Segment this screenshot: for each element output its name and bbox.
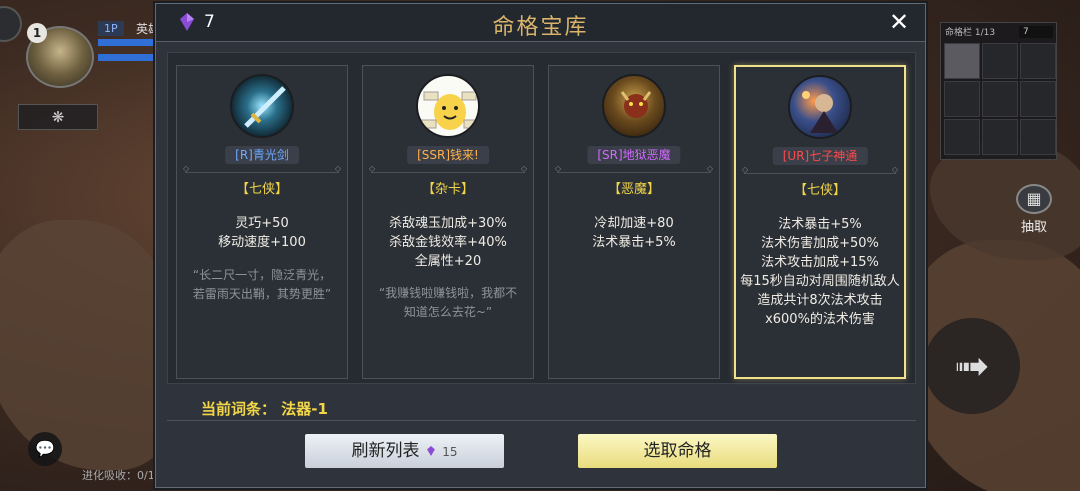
card-category: 【杂卡】 — [421, 182, 474, 197]
stat-line: 移动速度+100 — [218, 235, 306, 250]
fate-card[interactable]: [SSR]钱来! 【杂卡】 杀敌魂玉加成+30% 杀敌金钱效率+40% 全属性+… — [362, 65, 534, 379]
slot-cell[interactable] — [982, 43, 1018, 79]
card-name: [R]青光剑 — [225, 146, 299, 164]
slot-cell[interactable] — [1020, 43, 1056, 79]
divider — [555, 164, 713, 173]
stat-line: 杀敌金钱效率+40% — [389, 235, 507, 250]
demon-icon — [602, 74, 666, 138]
card-category: 【七侠】 — [793, 183, 846, 198]
divider — [183, 164, 341, 173]
refresh-label: 刷新列表 — [351, 441, 420, 461]
money-mascot-icon — [416, 74, 480, 138]
card-name: [SR]地狱恶魔 — [587, 146, 681, 164]
mage-icon — [788, 75, 852, 139]
fate-slot-panel: 命格栏 1/13 7 — [940, 22, 1057, 160]
stat-line: 冷却加速+80 — [594, 216, 674, 231]
slot-cell[interactable] — [1020, 81, 1056, 117]
slot-grid — [944, 43, 1056, 155]
refresh-cost: 15 — [442, 445, 458, 459]
card-quote: “我赚钱啦赚钱啦，我都不知道怎么去花~” — [378, 286, 518, 319]
menu-button[interactable] — [0, 6, 22, 42]
slot-cell[interactable] — [1020, 119, 1056, 155]
extract-label: 抽取 — [1020, 220, 1047, 235]
card-stats: 灵巧+50 移动速度+100 — [181, 214, 343, 252]
swirl-icon: ❋ — [51, 108, 65, 126]
fate-card[interactable]: [R]青光剑 【七侠】 灵巧+50 移动速度+100 “长二尺一寸，隐泛青光，若… — [176, 65, 348, 379]
stat-line: 法术攻击加成+15% — [761, 255, 879, 270]
background-rock — [0, 220, 180, 470]
player-level-badge: 1 — [27, 23, 47, 43]
fate-vault-modal: 7 命格宝库 ✕ [R]青光剑 【七侠】 灵巧+50 移动速度+100 “长二尺… — [155, 3, 926, 488]
slot-cell[interactable] — [944, 81, 980, 117]
purple-gem-icon — [426, 446, 435, 456]
cards-icon: ▦ — [1016, 184, 1052, 214]
player-tag: 1P — [98, 21, 124, 36]
chat-button[interactable]: 💬 — [28, 432, 62, 466]
refresh-list-button[interactable]: 刷新列表 15 — [305, 434, 504, 468]
stat-line: 法术暴击+5% — [778, 217, 862, 232]
card-name: [SSR]钱来! — [407, 146, 489, 164]
stat-line: 法术伤害加成+50% — [761, 236, 879, 251]
dash-icon: ➟ — [954, 341, 990, 390]
attack-skill-button[interactable]: ➟ — [924, 318, 1020, 414]
modal-title: 命格宝库 — [492, 15, 589, 40]
skill-slot-button[interactable]: ❋ — [18, 104, 98, 130]
select-fate-button[interactable]: 选取命格 — [578, 434, 777, 468]
divider — [167, 420, 916, 421]
stat-line: 全属性+20 — [414, 254, 482, 269]
card-stats: 法术暴击+5% 法术伤害加成+50% 法术攻击加成+15% 每15秒自动对周围随… — [740, 215, 900, 329]
slot-cell[interactable] — [944, 43, 980, 79]
card-stats: 冷却加速+80 法术暴击+5% — [553, 214, 715, 252]
select-label: 选取命格 — [643, 441, 712, 461]
player-exp-bar — [98, 54, 158, 61]
fate-card-selected[interactable]: [UR]七子神通 【七侠】 法术暴击+5% 法术伤害加成+50% 法术攻击加成+… — [734, 65, 906, 379]
stat-line: 法术暴击+5% — [592, 235, 676, 250]
current-entry-label: 当前词条： 法器-1 — [201, 400, 328, 418]
close-button[interactable]: ✕ — [885, 8, 913, 36]
modal-header: 7 命格宝库 ✕ — [156, 4, 925, 42]
card-category: 【恶魔】 — [607, 182, 660, 197]
slot-panel-gem-count: 7 — [1019, 26, 1053, 38]
card-stats: 杀敌魂玉加成+30% 杀敌金钱效率+40% 全属性+20 — [367, 214, 529, 271]
player-mana-bar — [98, 39, 158, 46]
divider — [369, 164, 527, 173]
chat-icon: 💬 — [35, 439, 55, 458]
extract-button[interactable]: ▦ 抽取 — [1002, 184, 1066, 236]
card-category: 【七侠】 — [235, 182, 288, 197]
stat-line: 每15秒自动对周围随机敌人造成共计8次法术攻击x600%的法术伤害 — [740, 274, 900, 327]
slot-cell[interactable] — [982, 119, 1018, 155]
fate-card[interactable]: [SR]地狱恶魔 【恶魔】 冷却加速+80 法术暴击+5% — [548, 65, 720, 379]
card-quote: “长二尺一寸，隐泛青光，若雷雨天出鞘，其势更胜” — [192, 268, 332, 301]
divider — [742, 165, 898, 174]
close-icon: ✕ — [888, 8, 910, 36]
stat-line: 杀敌魂玉加成+30% — [389, 216, 507, 231]
slot-cell[interactable] — [944, 119, 980, 155]
stat-line: 灵巧+50 — [235, 216, 289, 231]
sword-icon — [230, 74, 294, 138]
slot-panel-title: 命格栏 1/13 — [945, 28, 996, 38]
slot-cell[interactable] — [982, 81, 1018, 117]
card-name: [UR]七子神通 — [772, 147, 868, 165]
evolve-progress-text: 进化吸收：0/10 — [82, 469, 162, 482]
